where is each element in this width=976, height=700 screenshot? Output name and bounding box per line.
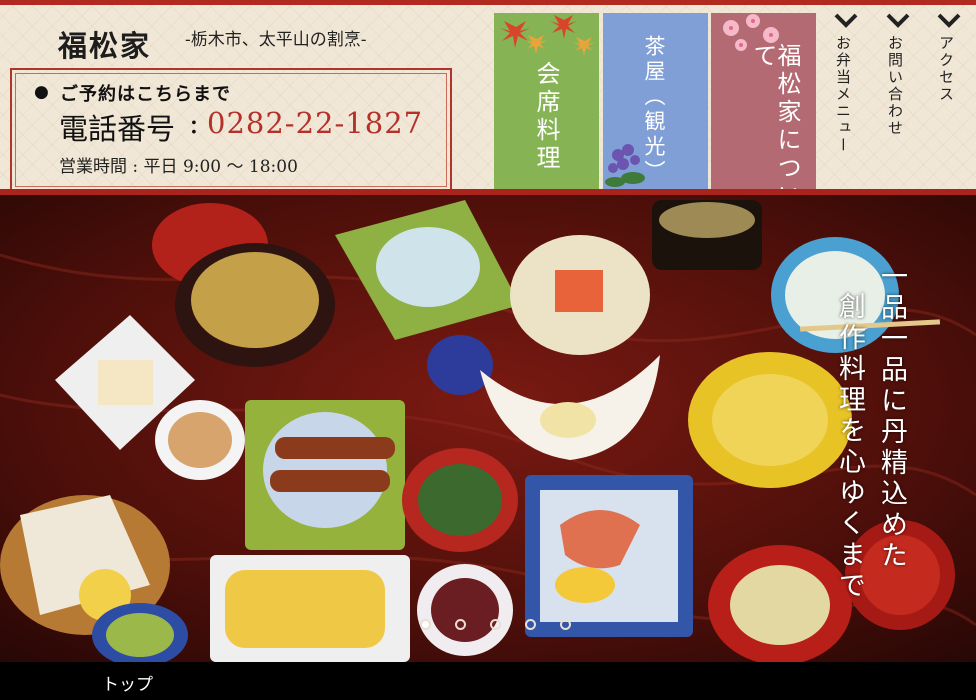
nav-link-bento-menu[interactable]: お弁当メニュー [834, 13, 874, 193]
chevron-down-icon [937, 13, 961, 28]
footer-nav: トップ [0, 662, 976, 700]
bullet-icon: ● [34, 82, 49, 102]
reservation-label: ご予約はこちらまで [60, 84, 231, 105]
hero-image [0, 195, 976, 662]
phone-label: 電話番号 [59, 112, 176, 146]
nav-card-label: 福松家について [749, 43, 801, 190]
site-tagline: -栃木市、太平山の割烹- [185, 30, 367, 50]
nav-link-label: お弁当メニュー [834, 35, 852, 154]
slider-dot[interactable] [490, 619, 501, 630]
nav-link-label: アクセス [937, 35, 955, 103]
nav-card-kaiseki[interactable]: 会席料理 [494, 13, 599, 190]
slider-dot[interactable] [560, 619, 571, 630]
phone-number-link[interactable]: 0282-22-1827 [207, 106, 423, 140]
slider-dot[interactable] [455, 619, 466, 630]
nav-card-label: 会席料理 [532, 61, 560, 173]
hero-food-illustration [0, 195, 976, 662]
nav-card-about[interactable]: 福松家について [711, 13, 816, 190]
nav-link-contact[interactable]: お問い合わせ [886, 13, 926, 193]
chevron-down-icon [834, 13, 858, 28]
slider-dot[interactable] [525, 619, 536, 630]
nav-card-teahouse[interactable]: 茶屋（観光） [603, 13, 708, 190]
site-logo[interactable]: 福松家 [58, 23, 151, 65]
contact-box: ● ご予約はこちらまで 電話番号 : 0282-22-1827 営業時間 : 平… [10, 68, 452, 192]
hero-tagline-line2: 創作料理を心ゆくまで [834, 292, 865, 602]
nav-card-label: 茶屋（観光） [642, 35, 666, 185]
slider-dot-active[interactable] [420, 619, 431, 630]
site-header: 福松家 -栃木市、太平山の割烹- ● ご予約はこちらまで 電話番号 : 0282… [0, 5, 976, 192]
business-hours: 営業時間 : 平日 9:00 ～ 18:00 [59, 157, 298, 177]
chevron-down-icon [886, 13, 910, 28]
nav-link-label: お問い合わせ [886, 35, 904, 137]
phone-colon: : [189, 106, 199, 140]
nav-link-access[interactable]: アクセス [937, 13, 976, 193]
hero-tagline-line1: 一品一品に丹精込めた [876, 262, 907, 572]
footer-home-link[interactable]: トップ [102, 670, 153, 695]
